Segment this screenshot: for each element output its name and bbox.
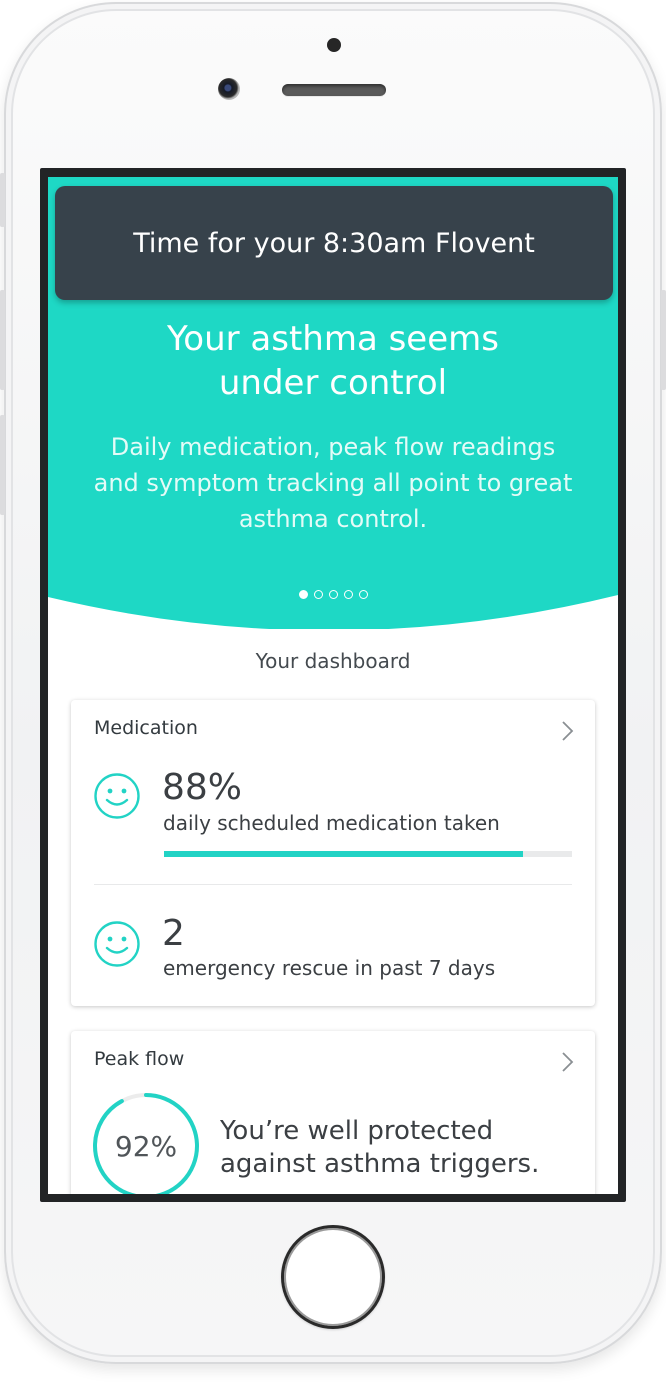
peak-flow-card[interactable]: Peak flow 92% You’re well protected agai… — [71, 1031, 595, 1194]
divider — [94, 884, 572, 885]
card-title: Medication — [94, 717, 198, 739]
mute-switch — [0, 173, 5, 227]
page-dot[interactable] — [343, 590, 353, 599]
medication-card[interactable]: Medication 88% daily scheduled medicatio… — [71, 700, 595, 1006]
dashboard-title: Your dashboard — [255, 649, 411, 673]
card-title: Peak flow — [94, 1048, 185, 1070]
medication-reminder-notification[interactable]: Time for your 8:30am Flovent — [55, 186, 613, 300]
page-dot[interactable] — [313, 590, 323, 599]
hero-title: Your asthma seems under control — [167, 319, 499, 403]
rescue-label: emergency rescue in past 7 days — [163, 956, 496, 980]
app-screen: Your asthma seems under control Daily me… — [48, 177, 618, 1194]
notification-text: Time for your 8:30am Flovent — [133, 227, 535, 259]
peak-flow-message: You’re well protected against asthma tri… — [220, 1116, 540, 1179]
medication-taken-label: daily scheduled medication taken — [163, 811, 500, 835]
earpiece-speaker — [282, 84, 386, 96]
volume-up-button — [0, 290, 5, 390]
chevron-right-icon[interactable] — [561, 720, 575, 742]
smiley-icon — [94, 773, 140, 819]
chevron-right-icon[interactable] — [561, 1051, 575, 1073]
front-camera-icon — [218, 78, 240, 100]
medication-taken-percent: 88% — [162, 767, 243, 808]
smiley-icon — [94, 921, 140, 967]
hero-subtitle: Daily medication, peak flow readings and… — [93, 433, 573, 533]
page-indicator[interactable] — [48, 590, 618, 599]
sensor-icon — [327, 38, 341, 52]
medication-progress-bar — [164, 851, 572, 857]
rescue-count: 2 — [162, 913, 185, 954]
medication-progress-fill — [164, 851, 524, 857]
volume-down-button — [0, 415, 5, 515]
power-button — [661, 290, 666, 390]
page-dot[interactable] — [298, 590, 308, 599]
page-dot[interactable] — [358, 590, 368, 599]
page-dot[interactable] — [328, 590, 338, 599]
peak-flow-percent: 92% — [114, 1129, 178, 1163]
home-button[interactable] — [281, 1225, 385, 1329]
